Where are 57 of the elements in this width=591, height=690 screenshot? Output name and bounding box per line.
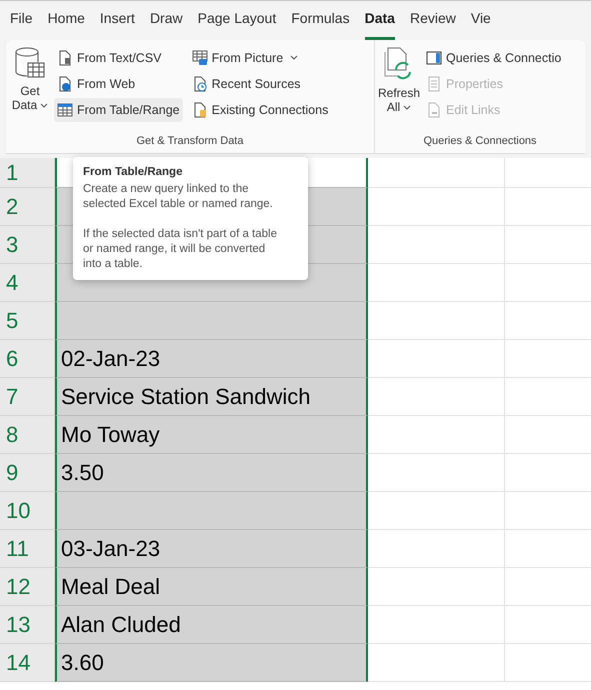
get-data-button[interactable]: Get Data — [10, 46, 50, 132]
row-header[interactable]: 3 — [0, 226, 55, 264]
ribbon-button[interactable]: From Picture — [188, 46, 332, 70]
table-cell: Alan Cluded — [55, 606, 368, 644]
file-icon — [57, 50, 73, 66]
web-file-icon — [57, 76, 73, 92]
menu-tab[interactable]: Review — [410, 8, 456, 40]
tooltip-text: Create a new query linked to the selected Excel table or named range. — [83, 182, 274, 212]
caret-icon — [40, 102, 48, 109]
menu-tab[interactable]: Insert — [100, 8, 135, 40]
ribbon-button[interactable]: Recent Sources — [188, 72, 332, 96]
picture-table-icon — [192, 50, 208, 66]
caret-icon — [403, 104, 412, 111]
row-header[interactable]: 1 — [0, 158, 55, 188]
row-header[interactable]: 14 — [0, 644, 55, 682]
table-cell: 3.60 — [55, 644, 368, 682]
table-cell: 02-Jan-23 — [55, 340, 368, 378]
database-icon — [14, 46, 46, 80]
ribbon-button[interactable]: Existing Connections — [188, 98, 332, 122]
row-header[interactable]: 9 — [0, 454, 55, 492]
menu-tab[interactable]: Vie — [470, 8, 491, 40]
group-label: Queries & Connections — [422, 134, 538, 148]
group-label: Get & Transform Data — [136, 134, 244, 148]
tooltip-title: From Table/Range — [83, 165, 184, 180]
table-cell: Meal Deal — [55, 568, 368, 606]
table-cell: Service Station Sandwich — [55, 378, 368, 416]
clock-file-icon — [192, 76, 208, 92]
menu-tab[interactable]: File — [10, 8, 33, 40]
menu-tab[interactable]: Page Layout — [198, 8, 276, 40]
tooltip-text: If the selected data isn't part of a table or named range, it will be converted into a table. — [83, 227, 278, 272]
row-header[interactable]: 6 — [0, 340, 55, 378]
table-cell: 03-Jan-23 — [55, 530, 368, 568]
properties-icon — [426, 76, 442, 92]
table-cell: Mo Toway — [55, 416, 368, 454]
row-header[interactable]: 11 — [0, 530, 55, 568]
row-header[interactable]: 5 — [0, 302, 55, 340]
menu-tab[interactable]: Home — [48, 8, 85, 40]
row-header[interactable]: 2 — [0, 188, 55, 226]
refresh-all-button[interactable]: Refresh All — [379, 46, 419, 132]
row-header[interactable]: 7 — [0, 378, 55, 416]
row-header[interactable]: 13 — [0, 606, 55, 644]
row-header[interactable]: 12 — [0, 568, 55, 606]
menu-tab[interactable]: Draw — [150, 8, 183, 40]
panel-icon — [426, 50, 442, 66]
row-header[interactable]: 8 — [0, 416, 55, 454]
table-icon — [57, 102, 73, 118]
ribbon-button[interactable]: From Table/Range — [54, 98, 183, 122]
refresh-file-icon — [384, 46, 414, 82]
ribbon-button[interactable]: From Web — [54, 72, 183, 96]
table-cell: 3.50 — [55, 454, 368, 492]
menu-tab[interactable]: Formulas — [291, 8, 350, 40]
link-file-icon — [426, 102, 442, 118]
row-header[interactable]: 10 — [0, 492, 55, 530]
ribbon-button[interactable]: From Text/CSV — [54, 46, 183, 70]
file-icon — [192, 102, 208, 118]
ribbon-button[interactable]: Queries & Connectio — [423, 46, 564, 70]
row-header[interactable]: 4 — [0, 264, 55, 302]
